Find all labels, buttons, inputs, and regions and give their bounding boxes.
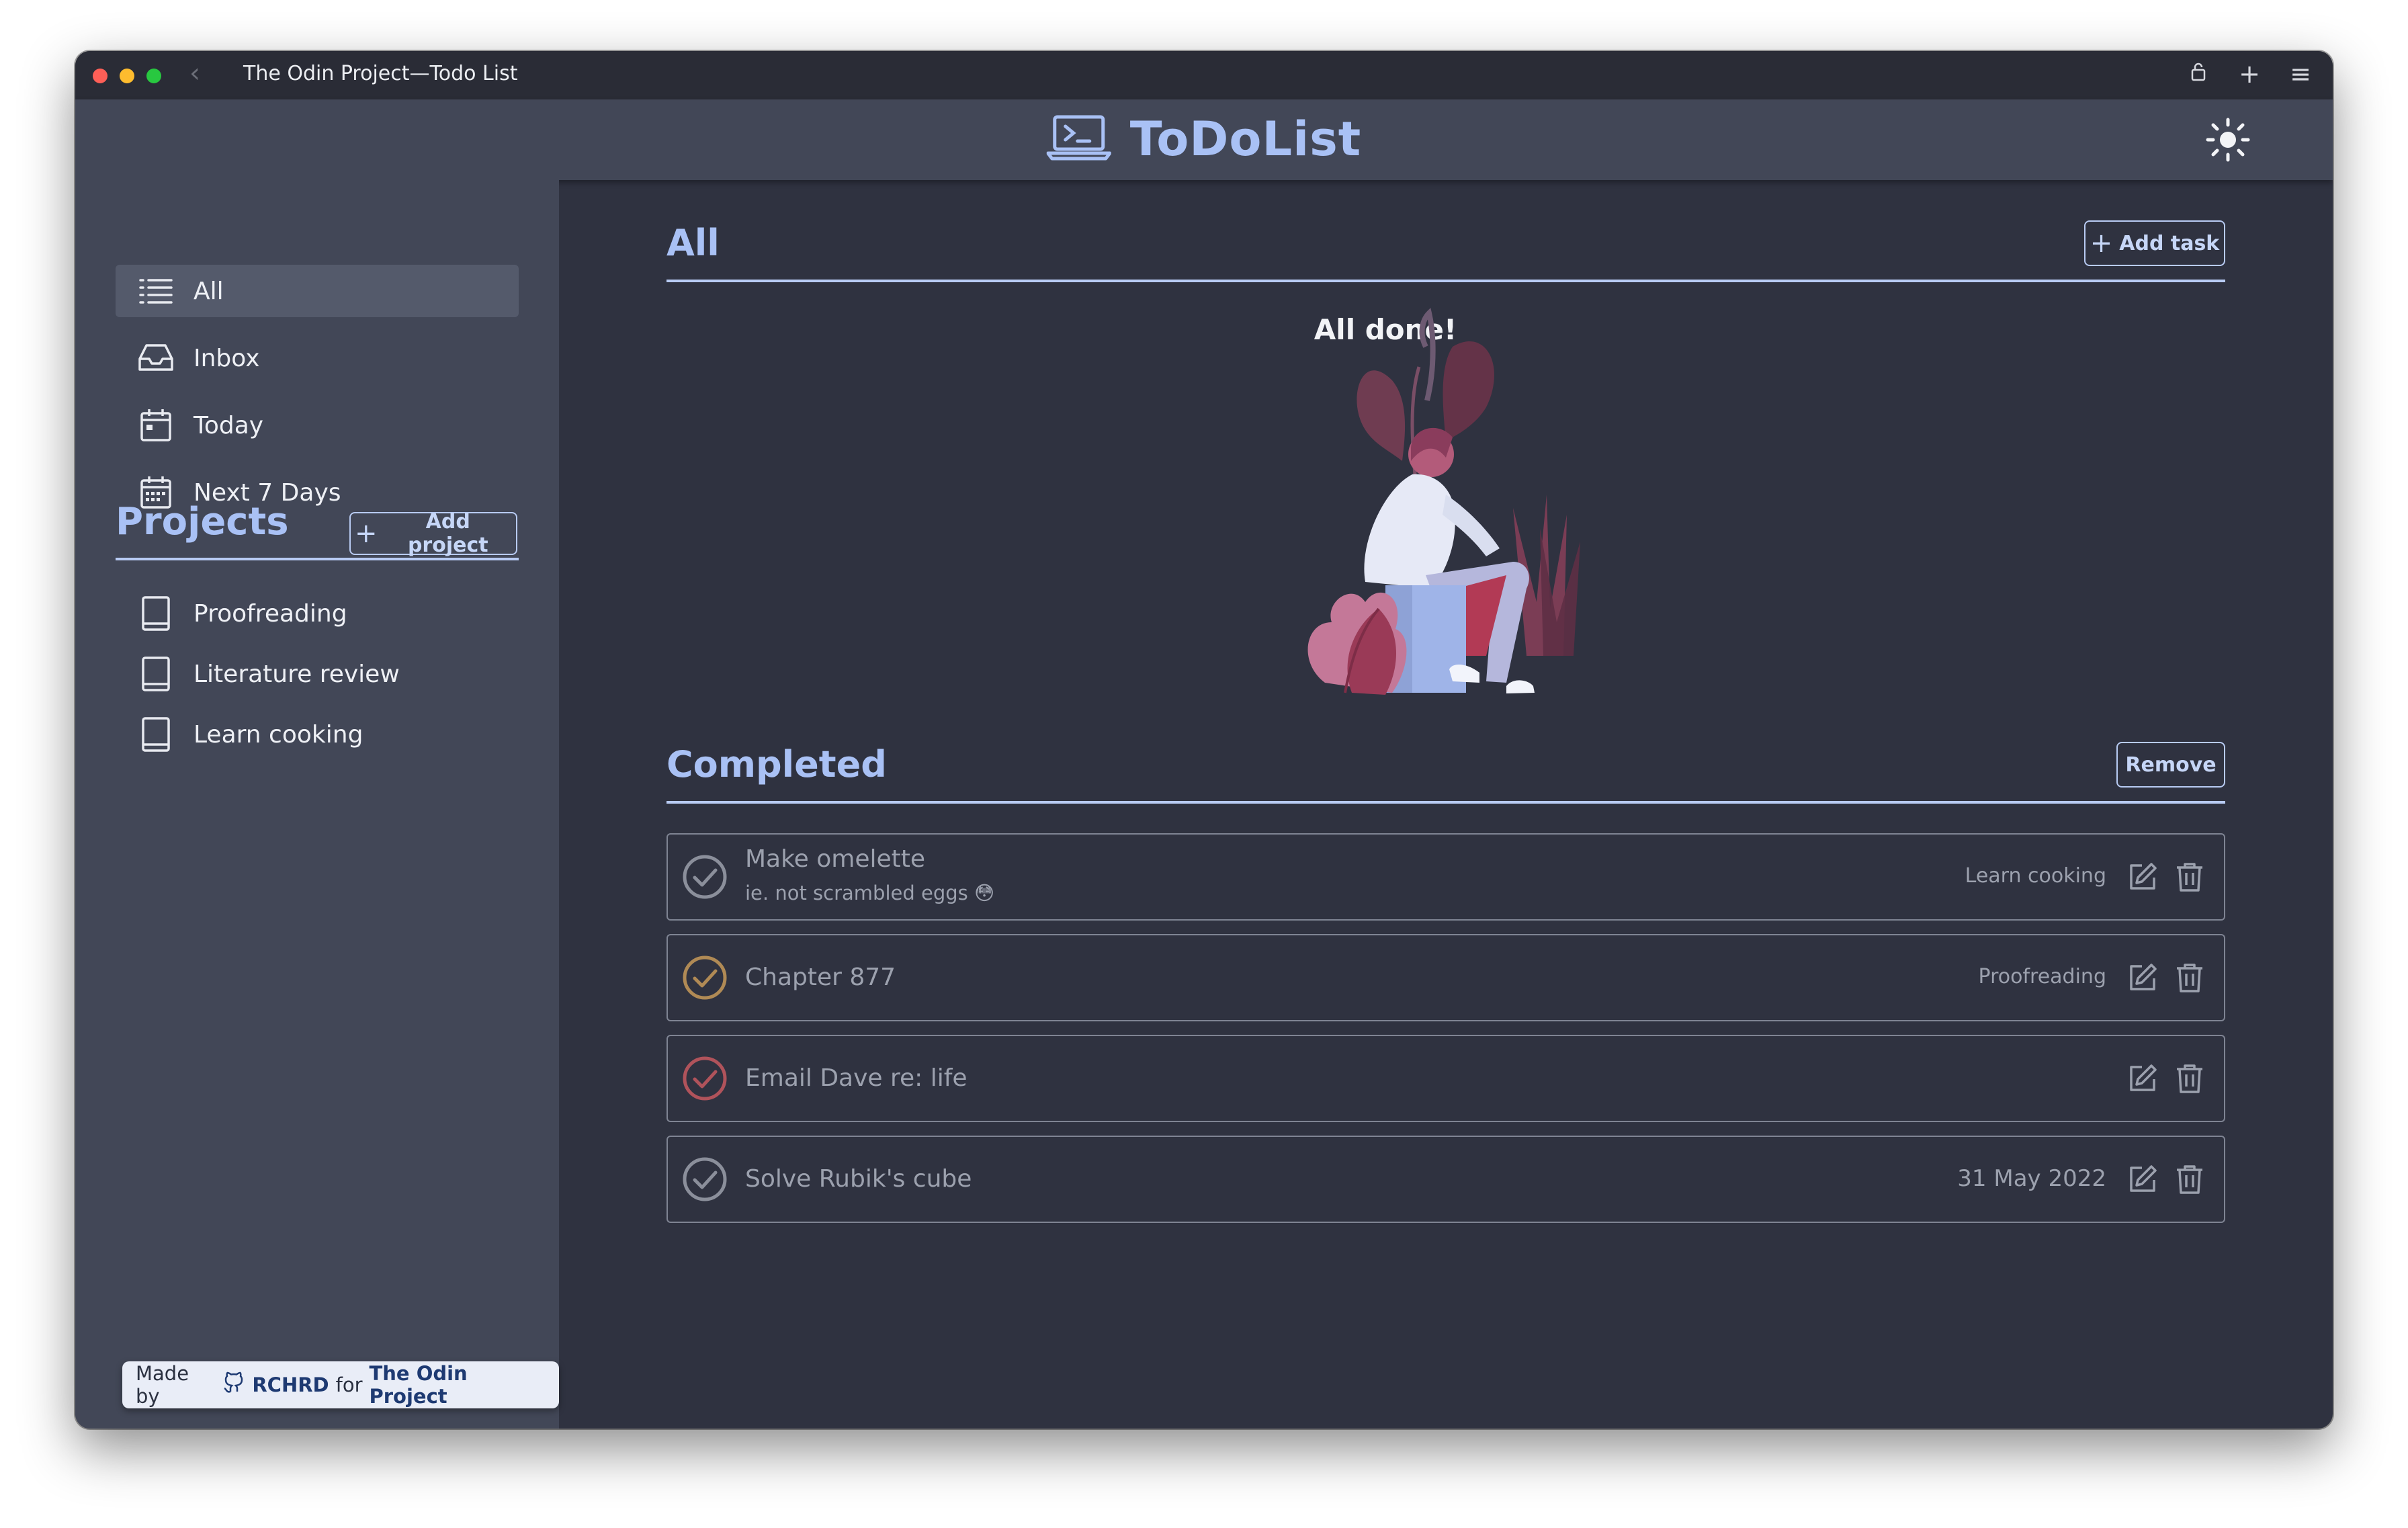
edit-icon[interactable] bbox=[2127, 1164, 2158, 1195]
task-name: Make omelette bbox=[745, 845, 926, 873]
edit-icon[interactable] bbox=[2127, 861, 2158, 892]
window-title: The Odin Project—Todo List bbox=[243, 62, 518, 85]
task-due-date: 31 May 2022 bbox=[1957, 1165, 2106, 1192]
sidebar-item-label: All bbox=[194, 277, 224, 305]
lock-icon[interactable] bbox=[2186, 62, 2210, 89]
plus-icon: + bbox=[2090, 228, 2113, 259]
browser-window: ‹ The Odin Project—Todo List + ≡ ToDoLis… bbox=[75, 51, 2333, 1429]
add-task-label: Add task bbox=[2119, 231, 2220, 255]
edit-icon[interactable] bbox=[2127, 962, 2158, 993]
title-divider bbox=[666, 280, 2225, 282]
projects-heading: Projects bbox=[116, 500, 289, 544]
credit-author-link[interactable]: RCHRD bbox=[252, 1373, 329, 1396]
title-bar-actions: + ≡ bbox=[2186, 59, 2313, 89]
task-name: Email Dave re: life bbox=[745, 1064, 968, 1092]
add-project-button[interactable]: + Add project bbox=[349, 510, 517, 557]
credit-org-link[interactable]: The Odin Project bbox=[370, 1362, 546, 1408]
trash-icon[interactable] bbox=[2174, 962, 2205, 993]
page-title: All bbox=[666, 222, 720, 264]
projects-divider bbox=[116, 558, 519, 560]
credit-middle: for bbox=[335, 1373, 363, 1396]
plus-icon: + bbox=[355, 518, 378, 549]
edit-icon[interactable] bbox=[2127, 1063, 2158, 1094]
book-icon bbox=[136, 714, 176, 755]
back-icon[interactable]: ‹ bbox=[189, 58, 200, 89]
github-icon bbox=[222, 1371, 245, 1399]
trash-icon[interactable] bbox=[2174, 861, 2205, 892]
close-window-button[interactable] bbox=[93, 69, 108, 83]
sidebar-item-label: Inbox bbox=[194, 344, 260, 372]
sun-icon[interactable] bbox=[2204, 116, 2252, 164]
inbox-icon bbox=[136, 338, 176, 378]
credit-badge: Made by RCHRD for The Odin Project bbox=[122, 1361, 559, 1408]
completed-heading: Completed bbox=[666, 743, 887, 786]
sidebar-item-inbox[interactable]: Inbox bbox=[116, 332, 519, 384]
task-description: ie. not scrambled eggs 😳 bbox=[745, 882, 995, 904]
completed-check-icon[interactable] bbox=[681, 1055, 728, 1102]
trash-icon[interactable] bbox=[2174, 1164, 2205, 1195]
list-icon bbox=[136, 271, 176, 311]
task-name: Chapter 877 bbox=[745, 964, 896, 991]
zoom-window-button[interactable] bbox=[146, 69, 161, 83]
app-header: ToDoList bbox=[75, 99, 2333, 180]
sidebar-item-label: Today bbox=[194, 411, 264, 439]
calendar-icon bbox=[136, 405, 176, 445]
add-task-button[interactable]: + Add task bbox=[2084, 220, 2225, 266]
task-row[interactable]: Solve Rubik's cube 31 May 2022 bbox=[666, 1136, 2225, 1223]
remove-label: Remove bbox=[2125, 753, 2217, 777]
task-name: Solve Rubik's cube bbox=[745, 1165, 972, 1193]
relaxing-person-illustration bbox=[1307, 308, 1580, 695]
task-project: Learn cooking bbox=[1965, 864, 2106, 888]
app-logo: ToDoList bbox=[1046, 112, 1362, 167]
task-project: Proofreading bbox=[1978, 965, 2106, 988]
task-row[interactable]: Make omelette ie. not scrambled eggs 😳 L… bbox=[666, 833, 2225, 921]
add-project-label: Add project bbox=[407, 510, 488, 557]
menu-icon[interactable]: ≡ bbox=[2288, 59, 2313, 89]
completed-check-icon[interactable] bbox=[681, 954, 728, 1001]
trash-icon[interactable] bbox=[2174, 1063, 2205, 1094]
project-label: Learn cooking bbox=[194, 720, 363, 749]
remove-completed-button[interactable]: Remove bbox=[2116, 742, 2225, 788]
completed-check-icon[interactable] bbox=[681, 853, 728, 900]
project-item-learn-cooking[interactable]: Learn cooking bbox=[116, 708, 519, 761]
task-row[interactable]: Chapter 877 Proofreading bbox=[666, 934, 2225, 1021]
project-item-literature-review[interactable]: Literature review bbox=[116, 648, 519, 700]
minimize-window-button[interactable] bbox=[120, 69, 134, 83]
app-name: ToDoList bbox=[1129, 112, 1362, 167]
completed-check-icon[interactable] bbox=[681, 1156, 728, 1203]
credit-prefix: Made by bbox=[136, 1362, 189, 1408]
book-icon bbox=[136, 654, 176, 694]
project-item-proofreading[interactable]: Proofreading bbox=[116, 587, 519, 640]
new-tab-icon[interactable]: + bbox=[2237, 59, 2262, 89]
sidebar-item-today[interactable]: Today bbox=[116, 399, 519, 452]
terminal-laptop-icon bbox=[1046, 114, 1112, 164]
completed-divider bbox=[666, 801, 2225, 804]
sidebar: All Inbox Today Next 7 Days Projects + A… bbox=[75, 180, 559, 1429]
project-label: Literature review bbox=[194, 660, 400, 688]
task-row[interactable]: Email Dave re: life bbox=[666, 1035, 2225, 1122]
book-icon bbox=[136, 593, 176, 634]
project-label: Proofreading bbox=[194, 599, 347, 628]
sidebar-item-all[interactable]: All bbox=[116, 265, 519, 317]
title-bar: ‹ The Odin Project—Todo List + ≡ bbox=[75, 51, 2333, 101]
